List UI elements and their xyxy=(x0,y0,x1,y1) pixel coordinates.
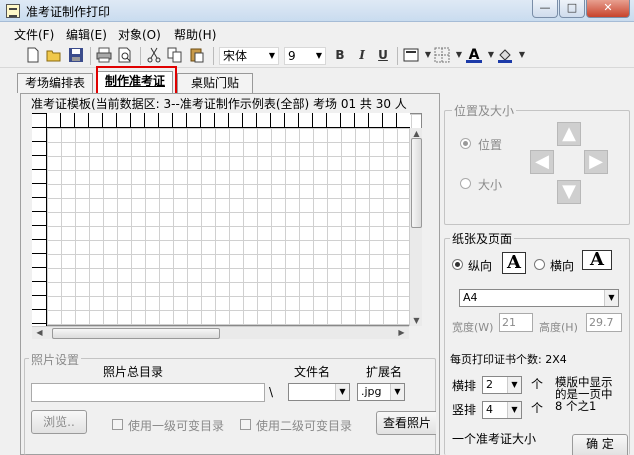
tab-desk-label[interactable]: 桌贴门贴 xyxy=(177,73,253,93)
rows-unit: 个 xyxy=(531,401,544,415)
size-radio[interactable] xyxy=(460,178,471,189)
template-canvas[interactable] xyxy=(32,113,422,326)
move-left-icon[interactable]: ◀ xyxy=(530,150,554,174)
menu-help[interactable]: 帮助(H) xyxy=(174,26,216,43)
grid-dropdown-icon[interactable]: ▼ xyxy=(451,47,467,63)
level2-dir-label: 使用二级可变目录 xyxy=(256,419,353,433)
rows-select[interactable]: 4 ▼ xyxy=(482,401,522,419)
portrait-icon: A xyxy=(502,252,526,274)
photo-dir-input[interactable] xyxy=(31,383,265,402)
tab-exam-room[interactable]: 考场编排表 xyxy=(17,73,93,93)
underline-button[interactable]: U xyxy=(375,47,391,63)
fill-color-icon[interactable] xyxy=(497,47,513,63)
horizontal-scrollbar[interactable]: ◀ ▶ xyxy=(32,326,409,339)
title-bar: 准考证制作打印 — □ ✕ xyxy=(0,0,634,22)
italic-button[interactable]: I xyxy=(354,47,370,63)
landscape-icon: A xyxy=(582,250,612,270)
rows-label: 竖排 xyxy=(452,403,477,417)
cols-select[interactable]: 2 ▼ xyxy=(482,376,522,394)
landscape-label: 横向 xyxy=(550,259,575,273)
landscape-radio[interactable] xyxy=(534,259,545,270)
template-header: 准考证模板(当前数据区: 3--准考证制作示例表(全部) 考场 01 共 30 … xyxy=(29,95,409,112)
ext-name-select[interactable]: .jpg ▼ xyxy=(357,383,405,401)
height-input[interactable]: 29.7 xyxy=(586,313,622,332)
paper-size-select[interactable]: A4 ▼ xyxy=(459,289,619,307)
menu-file[interactable]: 文件(F) xyxy=(14,26,54,43)
file-name-label: 文件名 xyxy=(294,365,331,379)
toolbar: 宋体 ▼ 9 ▼ B I U ▼ ▼ A ▼ ▼ xyxy=(0,44,634,68)
font-name-select[interactable]: 宋体 ▼ xyxy=(219,47,279,65)
cut-icon[interactable] xyxy=(146,47,162,63)
copy-icon[interactable] xyxy=(167,47,183,63)
browse-button[interactable]: 浏览.. xyxy=(31,410,87,434)
open-folder-icon[interactable] xyxy=(46,47,62,63)
level1-dir-label: 使用一级可变目录 xyxy=(128,419,225,433)
app-icon xyxy=(6,4,20,18)
move-down-icon[interactable]: ▼ xyxy=(557,180,581,204)
card-size-label: 一个准考证大小 xyxy=(452,432,537,446)
file-name-select[interactable]: ▼ xyxy=(288,383,350,401)
scroll-right-icon[interactable]: ▶ xyxy=(396,327,407,338)
vertical-scroll-thumb[interactable] xyxy=(411,138,422,228)
save-icon[interactable] xyxy=(68,47,84,63)
photo-settings-label: 照片设置 xyxy=(29,351,82,368)
ext-name-label: 扩展名 xyxy=(366,365,403,379)
layout-note: 模版中显示 的是一页中 8 个之1 xyxy=(555,375,613,413)
confirm-button[interactable]: 确 定 xyxy=(572,434,628,455)
left-ruler xyxy=(32,113,47,326)
font-size-select[interactable]: 9 ▼ xyxy=(284,47,326,65)
view-photo-button[interactable]: 查看照片 xyxy=(376,411,436,435)
cols-label: 横排 xyxy=(452,379,477,393)
border-icon[interactable] xyxy=(403,47,419,63)
window-title: 准考证制作打印 xyxy=(26,5,111,19)
menu-edit[interactable]: 编辑(E) xyxy=(66,26,107,43)
photo-dir-label: 照片总目录 xyxy=(103,365,164,379)
portrait-label: 纵向 xyxy=(468,259,493,273)
cols-unit: 个 xyxy=(531,377,544,391)
width-label: 宽度(W) xyxy=(452,321,494,334)
vertical-scrollbar[interactable]: ▲ ▼ xyxy=(409,128,422,326)
top-ruler xyxy=(32,113,410,128)
new-file-icon[interactable] xyxy=(25,47,41,63)
height-label: 高度(H) xyxy=(539,321,578,334)
scroll-down-icon[interactable]: ▼ xyxy=(411,315,422,326)
path-separator: \ xyxy=(269,385,274,399)
font-color-icon[interactable]: A xyxy=(466,47,482,63)
portrait-radio[interactable] xyxy=(452,259,463,270)
grid-icon[interactable] xyxy=(434,47,450,63)
paper-page-label: 纸张及页面 xyxy=(450,230,515,247)
size-radio-label: 大小 xyxy=(478,178,503,192)
position-radio-label: 位置 xyxy=(478,138,503,152)
menu-object[interactable]: 对象(O) xyxy=(118,26,161,43)
move-right-icon[interactable]: ▶ xyxy=(584,150,608,174)
maximize-button[interactable]: □ xyxy=(559,0,585,18)
paste-icon[interactable] xyxy=(189,47,205,63)
move-up-icon[interactable]: ▲ xyxy=(557,122,581,146)
horizontal-scroll-thumb[interactable] xyxy=(52,328,220,339)
width-input[interactable]: 21 xyxy=(499,313,533,332)
position-size-label: 位置及大小 xyxy=(452,102,517,119)
print-preview-icon[interactable] xyxy=(117,47,133,63)
menu-bar: 文件(F) 编辑(E) 对象(O) 帮助(H) xyxy=(0,23,634,43)
level1-dir-checkbox[interactable] xyxy=(112,419,123,430)
level2-dir-checkbox[interactable] xyxy=(240,419,251,430)
minimize-button[interactable]: — xyxy=(532,0,558,18)
close-button[interactable]: ✕ xyxy=(586,0,630,18)
fill-color-dropdown-icon[interactable]: ▼ xyxy=(514,47,530,63)
per-page-count: 每页打印证书个数: 2X4 xyxy=(450,353,567,366)
position-radio[interactable] xyxy=(460,138,471,149)
scroll-left-icon[interactable]: ◀ xyxy=(34,327,45,338)
print-icon[interactable] xyxy=(96,47,112,63)
bold-button[interactable]: B xyxy=(332,47,348,63)
